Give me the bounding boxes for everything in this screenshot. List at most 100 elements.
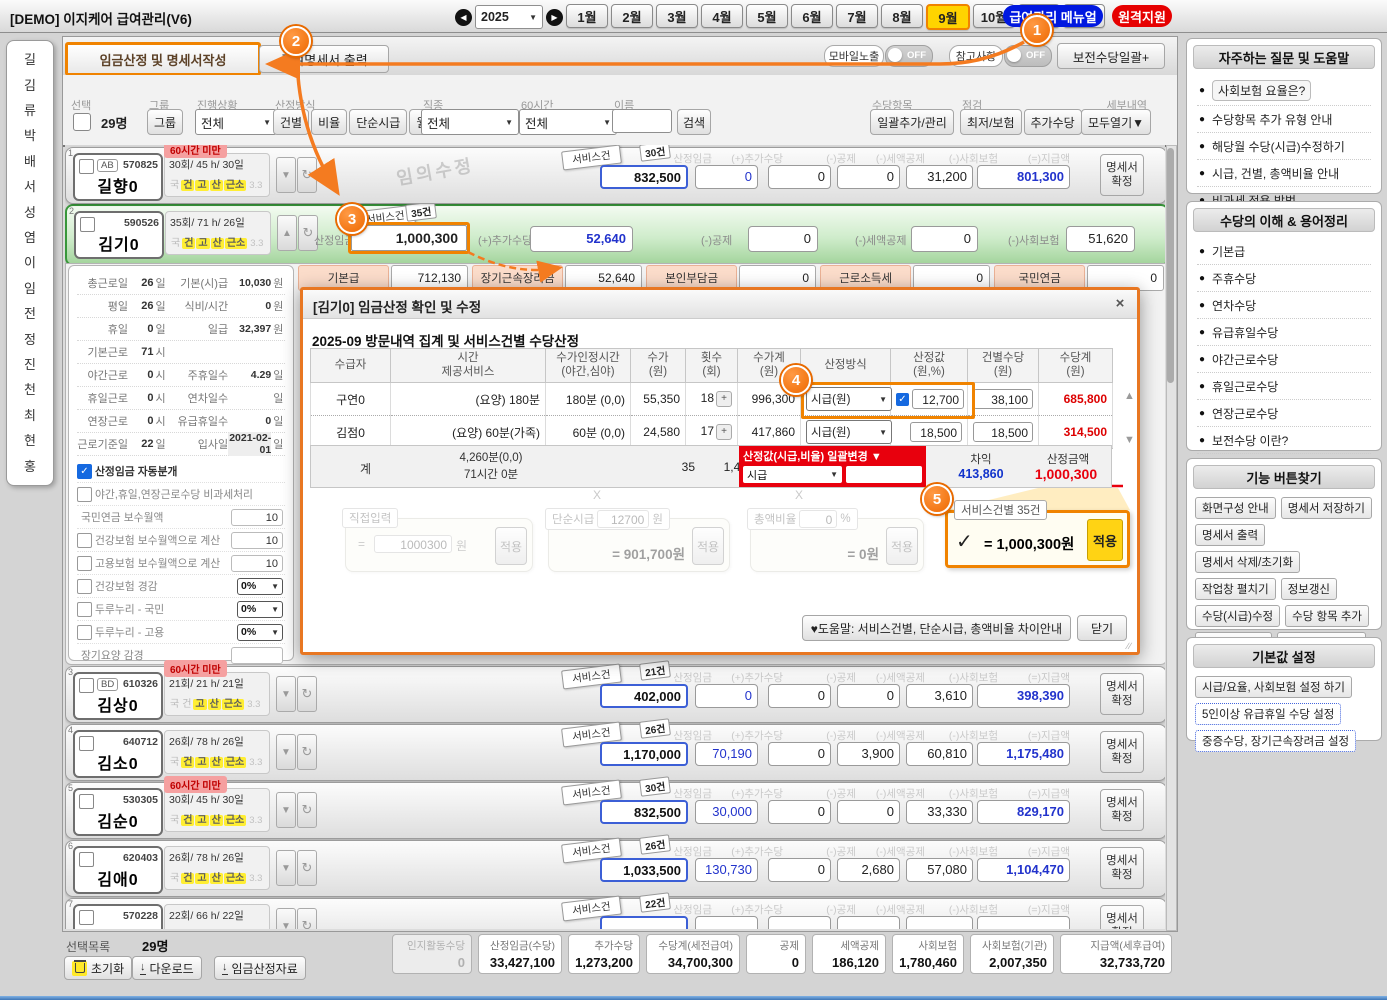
month-button-1월[interactable]: 1월	[566, 4, 608, 28]
add-visit-button[interactable]: +	[716, 424, 732, 440]
check-button[interactable]: 최저/보험	[960, 109, 1022, 135]
extra-allowance-input[interactable]: 70,190	[695, 742, 758, 766]
group-button[interactable]: 그룹	[147, 109, 183, 135]
ratio-input[interactable]: 0	[799, 510, 837, 528]
deduction-input[interactable]: 0	[748, 226, 818, 252]
option-checkbox[interactable]	[77, 556, 92, 571]
wage-input[interactable]: 832,500	[600, 165, 688, 189]
resize-handle[interactable]: ∕∕	[1127, 641, 1132, 651]
month-button-7월[interactable]: 7월	[836, 4, 878, 28]
employee-card[interactable]: 570228	[73, 904, 163, 929]
insurance-option[interactable]: 국민연금 보수월액10	[77, 506, 285, 529]
row-checkbox[interactable]	[79, 678, 94, 693]
row-refresh-button[interactable]: ↻	[297, 157, 317, 193]
employee-row[interactable]: 6 620403 김애0 26회/ 78 h/ 26일 국건고산근소3.3 ▼ …	[65, 840, 1165, 897]
row-checkbox[interactable]	[80, 217, 95, 232]
wage-input[interactable]: 1,170,000	[600, 742, 688, 766]
calc-value-input[interactable]: 12,700	[912, 389, 964, 409]
option-checkbox[interactable]	[77, 625, 92, 640]
wage-data-button[interactable]: ↓ 임금산정자료	[214, 956, 306, 980]
deduction-input[interactable]: 0	[768, 742, 831, 766]
direct-value-input[interactable]: 1000300	[374, 535, 452, 553]
confirm-payslip-button[interactable]: 명세서 확정	[1100, 154, 1144, 196]
per-visit-input[interactable]: 18,500	[973, 422, 1033, 442]
insurance-option[interactable]: 건강보험 보수월액으로 계산10	[77, 529, 285, 552]
reset-button[interactable]: 초기화	[64, 956, 132, 980]
bulk-value-input[interactable]	[846, 466, 922, 483]
function-button[interactable]: 명세서 삭제/초기화	[1195, 551, 1300, 573]
row-checkbox[interactable]	[79, 736, 94, 751]
row-expand-button[interactable]: ▼	[276, 734, 296, 770]
function-button[interactable]: 작업창 펼치기	[1195, 578, 1276, 600]
social-insurance-input[interactable]: 33,330	[906, 800, 973, 824]
bulk-method-select[interactable]: 시급▼	[743, 466, 842, 483]
employee-row[interactable]: 4 640712 김소0 26회/ 78 h/ 26일 국건고산근소3.3 ▼ …	[65, 724, 1165, 781]
row-refresh-button[interactable]: ↻	[297, 676, 317, 712]
employee-row[interactable]: 7 570228 22회/ 66 h/ 22일 국건고산근소3.3 ▼ ↻ 서비…	[65, 898, 1165, 929]
deduction-input[interactable]	[768, 916, 831, 929]
method-button[interactable]: 단순시급	[349, 109, 407, 135]
row-expand-button[interactable]: ▼	[276, 792, 296, 828]
employee-row-selected[interactable]: 2 590526 김기0 35회/ 71 h/ 26일 국건고산근소3.3 ▲ …	[65, 204, 1165, 266]
month-button-8월[interactable]: 8월	[881, 4, 923, 28]
select-all-checkbox[interactable]	[73, 113, 91, 131]
index-letter[interactable]: 천	[24, 383, 36, 396]
extra-allowance-input[interactable]: 52,640	[530, 226, 633, 252]
net-pay-input[interactable]: 1,175,480	[977, 742, 1070, 766]
option-checkbox[interactable]	[77, 533, 92, 548]
term-item[interactable]: ●유급휴일수당	[1197, 319, 1371, 346]
faq-item[interactable]: ●사회보험 요율은?	[1197, 75, 1371, 106]
option-select[interactable]: 0%▼	[237, 578, 283, 595]
hourly-apply-button[interactable]: 적용	[692, 527, 724, 565]
employee-row[interactable]: 1 AB 570825 길향0 60시간 미만 30회/ 45 h/ 30일 국…	[65, 147, 1165, 204]
function-button[interactable]: 화면구성 안내	[1195, 497, 1276, 519]
employee-card[interactable]: 530305 김순0	[73, 788, 163, 836]
insurance-option[interactable]: ✓산정임금 자동분개	[77, 460, 285, 483]
tax-deduction-input[interactable]: 0	[837, 800, 900, 824]
modal-close-button[interactable]: 닫기	[1077, 615, 1127, 641]
row-checkbox[interactable]	[79, 852, 94, 867]
option-checkbox[interactable]	[77, 579, 92, 594]
extra-allowance-input[interactable]: 130,730	[695, 858, 758, 882]
term-item[interactable]: ●연장근로수당	[1197, 400, 1371, 427]
index-letter[interactable]: 홍	[24, 460, 36, 473]
per-visit-input[interactable]: 38,100	[973, 389, 1033, 409]
net-pay-input[interactable]	[977, 916, 1070, 929]
social-insurance-input[interactable]: 51,620	[1066, 226, 1135, 252]
month-button-2월[interactable]: 2월	[611, 4, 653, 28]
extra-allowance-input[interactable]: 30,000	[695, 800, 758, 824]
index-letter[interactable]: 길	[24, 53, 36, 66]
remote-support-button[interactable]: 원격지원	[1112, 5, 1172, 27]
index-letter[interactable]: 현	[24, 434, 36, 447]
tab-wage-calculation[interactable]: 임금산정 및 명세서작성	[65, 42, 261, 76]
deduction-input[interactable]: 0	[768, 800, 831, 824]
term-item[interactable]: ●휴일근로수당	[1197, 373, 1371, 400]
faq-item[interactable]: ●시급, 건별, 총액비율 안내	[1197, 160, 1371, 187]
scroll-down-icon[interactable]: ▼	[1124, 434, 1135, 446]
close-icon[interactable]: ×	[1111, 294, 1129, 312]
insurance-option[interactable]: 건강보험 경감0%▼	[77, 575, 285, 598]
month-button-9월[interactable]: 9월	[926, 4, 970, 30]
option-select[interactable]: 0%▼	[237, 624, 283, 641]
employee-row[interactable]: 3 BD 610326 김상0 60시간 미만 21회/ 21 h/ 21일 국…	[65, 666, 1165, 723]
compensation-allowance-button[interactable]: 보전수당일괄+	[1057, 43, 1165, 69]
option-checkbox[interactable]: ✓	[77, 464, 92, 479]
confirm-payslip-button[interactable]: 명세서 확정	[1100, 673, 1144, 715]
wage-input[interactable]: 832,500	[600, 800, 688, 824]
function-button[interactable]: 수당(시급)수정	[1195, 605, 1280, 627]
month-button-4월[interactable]: 4월	[701, 4, 743, 28]
name-search-input[interactable]	[612, 109, 672, 133]
term-item[interactable]: ●보전수당 이란?	[1197, 427, 1371, 454]
index-letter[interactable]: 류	[24, 104, 36, 117]
insurance-option[interactable]: 야간,휴일,연장근로수당 비과세처리	[77, 483, 285, 506]
scroll-up-icon[interactable]: ▲	[1124, 390, 1135, 402]
search-button[interactable]: 검색	[677, 109, 711, 135]
tab-payslip-print[interactable]: 급여명세서 출력	[259, 45, 389, 73]
index-letter[interactable]: 성	[24, 206, 36, 219]
default-setting-button[interactable]: 시급/요율, 사회보험 설정 하기	[1195, 676, 1352, 698]
option-input[interactable]: 10	[231, 509, 283, 526]
option-input[interactable]: 10	[231, 555, 283, 572]
extra-allowance-input[interactable]	[695, 916, 758, 929]
row-expand-button[interactable]: ▼	[276, 157, 296, 193]
extra-allowance-input[interactable]: 0	[695, 684, 758, 708]
